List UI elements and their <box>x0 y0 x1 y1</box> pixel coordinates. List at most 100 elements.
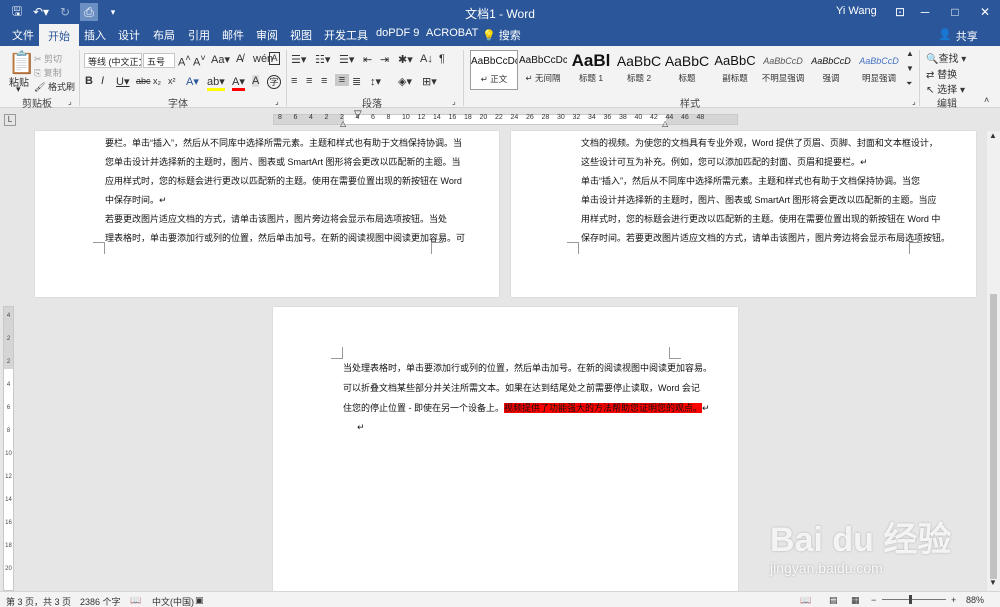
font-launcher-icon[interactable]: ⌟ <box>275 97 279 106</box>
font-color-icon[interactable]: A▾ <box>232 75 245 91</box>
scroll-up-icon[interactable]: ▲ <box>989 131 997 140</box>
style-heading-1[interactable]: AaBl 标题 1 <box>567 50 615 90</box>
tab-file[interactable]: 文件 <box>12 27 34 43</box>
vertical-ruler[interactable]: 4 2 2 4 6 8 10 12 14 16 18 20 <box>3 306 14 591</box>
replace-button[interactable]: ⇄ 替换 <box>926 66 957 81</box>
italic-icon[interactable]: I <box>101 75 104 87</box>
hanging-indent-marker[interactable]: △ <box>340 119 346 128</box>
paste-icon[interactable]: 📋 <box>8 50 35 76</box>
page-count[interactable]: 第 3 页，共 3 页 <box>6 595 71 607</box>
style-subtle-emphasis[interactable]: AaBbCcD 不明显强调 <box>759 50 807 90</box>
highlighted-selection[interactable]: 视频提供了功能强大的方法帮助您证明您的观点。 <box>504 403 703 413</box>
clipboard-launcher-icon[interactable]: ⌟ <box>68 97 72 106</box>
paste-dropdown-icon[interactable]: ▾ <box>16 84 21 95</box>
zoom-slider[interactable] <box>882 595 946 604</box>
tab-home[interactable]: 开始 <box>39 24 79 46</box>
tell-me-search[interactable]: 💡 搜索 <box>482 27 521 43</box>
style-normal[interactable]: AaBbCcDc ↵ 正文 <box>470 50 518 90</box>
font-size-combo[interactable]: 五号 <box>143 53 175 68</box>
align-right-icon[interactable]: ≡ <box>321 75 327 87</box>
language-indicator[interactable]: 中文(中国) <box>152 595 194 607</box>
underline-icon[interactable]: U▾ <box>116 75 129 88</box>
tab-references[interactable]: 引用 <box>188 27 210 43</box>
styles-launcher-icon[interactable]: ⌟ <box>912 97 916 106</box>
bold-icon[interactable]: B <box>85 75 93 87</box>
page-1[interactable]: 要栏。单击“插入”，然后从不同库中选择所需元素。主题和样式也有助于文档保持协调。… <box>35 131 499 297</box>
align-center-icon[interactable]: ≡ <box>306 75 312 87</box>
style-intense-emphasis[interactable]: AaBbCcD 明显强调 <box>855 50 903 90</box>
grow-font-icon[interactable]: A˄ <box>178 53 191 69</box>
line-spacing-icon[interactable]: ↕▾ <box>370 75 381 88</box>
style-subtitle[interactable]: AaBbC 副标题 <box>711 50 759 90</box>
zoom-level[interactable]: 88% <box>966 595 984 605</box>
style-title[interactable]: AaBbC 标题 <box>663 50 711 90</box>
user-name[interactable]: Yi Wang <box>836 5 877 17</box>
tab-view[interactable]: 视图 <box>290 27 312 43</box>
select-button[interactable]: ↖ 选择 ▾ <box>926 81 965 96</box>
collapse-ribbon-icon[interactable]: ˄ <box>984 95 989 105</box>
tab-mailings[interactable]: 邮件 <box>222 27 244 43</box>
subscript-icon[interactable]: x₂ <box>153 76 161 86</box>
tab-developer[interactable]: 开发工具 <box>324 27 368 43</box>
share-button[interactable]: 👤 共享 <box>938 28 978 44</box>
find-button[interactable]: 🔍查找 ▾ <box>926 50 966 65</box>
tab-design[interactable]: 设计 <box>118 27 140 43</box>
style-no-spacing[interactable]: AaBbCcDc ↵ 无间隔 <box>519 50 567 90</box>
scroll-down-icon[interactable]: ▼ <box>989 578 997 587</box>
sort-icon[interactable]: A↓ <box>420 53 433 65</box>
strikethrough-icon[interactable]: abc <box>136 76 151 86</box>
font-name-combo[interactable]: 等线 (中文正文) <box>84 53 142 68</box>
change-case-icon[interactable]: Aa▾ <box>211 53 230 66</box>
style-emphasis[interactable]: AaBbCcD 强调 <box>807 50 855 90</box>
page-2[interactable]: 文档的视频。为使您的文档具有专业外观，Word 提供了页眉、页脚、封面和文本框设… <box>511 131 976 297</box>
maximize-button[interactable]: □ <box>940 0 970 24</box>
chinese-layout-icon[interactable]: ✱▾ <box>398 53 413 66</box>
distributed-icon[interactable]: ≣ <box>352 75 361 88</box>
tab-selector[interactable]: L <box>4 114 16 126</box>
format-painter-button[interactable]: 🖌 格式刷 <box>34 80 75 93</box>
word-count[interactable]: 2386 个字 <box>80 595 121 607</box>
tab-layout[interactable]: 布局 <box>153 27 175 43</box>
character-shading-icon[interactable]: A <box>252 75 260 87</box>
first-line-indent-marker[interactable]: ▽ <box>354 109 362 120</box>
clear-formatting-icon[interactable]: A̸ <box>236 53 243 65</box>
proofing-icon[interactable]: 📖 <box>130 595 141 606</box>
shrink-font-icon[interactable]: A˅ <box>193 53 206 69</box>
justify-icon[interactable]: ≡ <box>335 74 349 86</box>
align-left-icon[interactable]: ≡ <box>291 75 297 87</box>
numbering-icon[interactable]: ☷▾ <box>315 53 330 66</box>
borders-icon[interactable]: ⊞▾ <box>422 75 437 88</box>
enclose-characters-icon[interactable]: 字 <box>267 75 281 89</box>
zoom-out-icon[interactable]: − <box>871 595 876 605</box>
macro-record-icon[interactable]: ▣ <box>195 595 204 606</box>
paragraph-launcher-icon[interactable]: ⌟ <box>452 97 456 106</box>
cut-button[interactable]: ✂ 剪切 <box>34 52 62 65</box>
tab-dopdf[interactable]: doPDF 9 <box>376 27 419 39</box>
minimize-button[interactable]: ─ <box>910 0 940 24</box>
copy-button[interactable]: ⎘ 复制 <box>34 66 62 79</box>
tab-acrobat[interactable]: ACROBAT <box>426 27 478 39</box>
text-effects-icon[interactable]: A▾ <box>186 75 199 88</box>
close-button[interactable]: ✕ <box>970 0 1000 24</box>
print-layout-icon[interactable]: ▤ <box>829 595 838 606</box>
tab-review[interactable]: 审阅 <box>256 27 278 43</box>
shading-icon[interactable]: ◈▾ <box>398 75 412 88</box>
scrollbar-thumb[interactable] <box>990 294 997 579</box>
multilevel-list-icon[interactable]: ☰▾ <box>339 53 354 66</box>
highlight-color-icon[interactable]: ab▾ <box>207 75 225 91</box>
read-mode-icon[interactable]: 📖 <box>800 595 811 606</box>
tab-insert[interactable]: 插入 <box>84 27 106 43</box>
zoom-in-icon[interactable]: + <box>951 595 956 605</box>
right-indent-marker[interactable]: △ <box>662 119 668 128</box>
show-marks-icon[interactable]: ¶ <box>439 53 445 65</box>
zoom-slider-thumb[interactable] <box>908 595 912 604</box>
page-3[interactable]: 当处理表格时，单击要添加行或列的位置，然后单击加号。在新的阅读视图中阅读更加容易… <box>273 307 738 591</box>
bullets-icon[interactable]: ☰▾ <box>291 53 306 66</box>
web-layout-icon[interactable]: ▦ <box>851 595 860 606</box>
horizontal-ruler[interactable]: 8 6 4 2 2 4 6 8 10 12 14 16 18 20 22 24 26 28 30 32 34 36 38 40… <box>273 109 738 128</box>
decrease-indent-icon[interactable]: ⇤ <box>363 53 372 66</box>
character-border-icon[interactable]: A <box>269 52 280 65</box>
increase-indent-icon[interactable]: ⇥ <box>380 53 389 66</box>
style-heading-2[interactable]: AaBbC 标题 2 <box>615 50 663 90</box>
superscript-icon[interactable]: x² <box>168 76 176 86</box>
